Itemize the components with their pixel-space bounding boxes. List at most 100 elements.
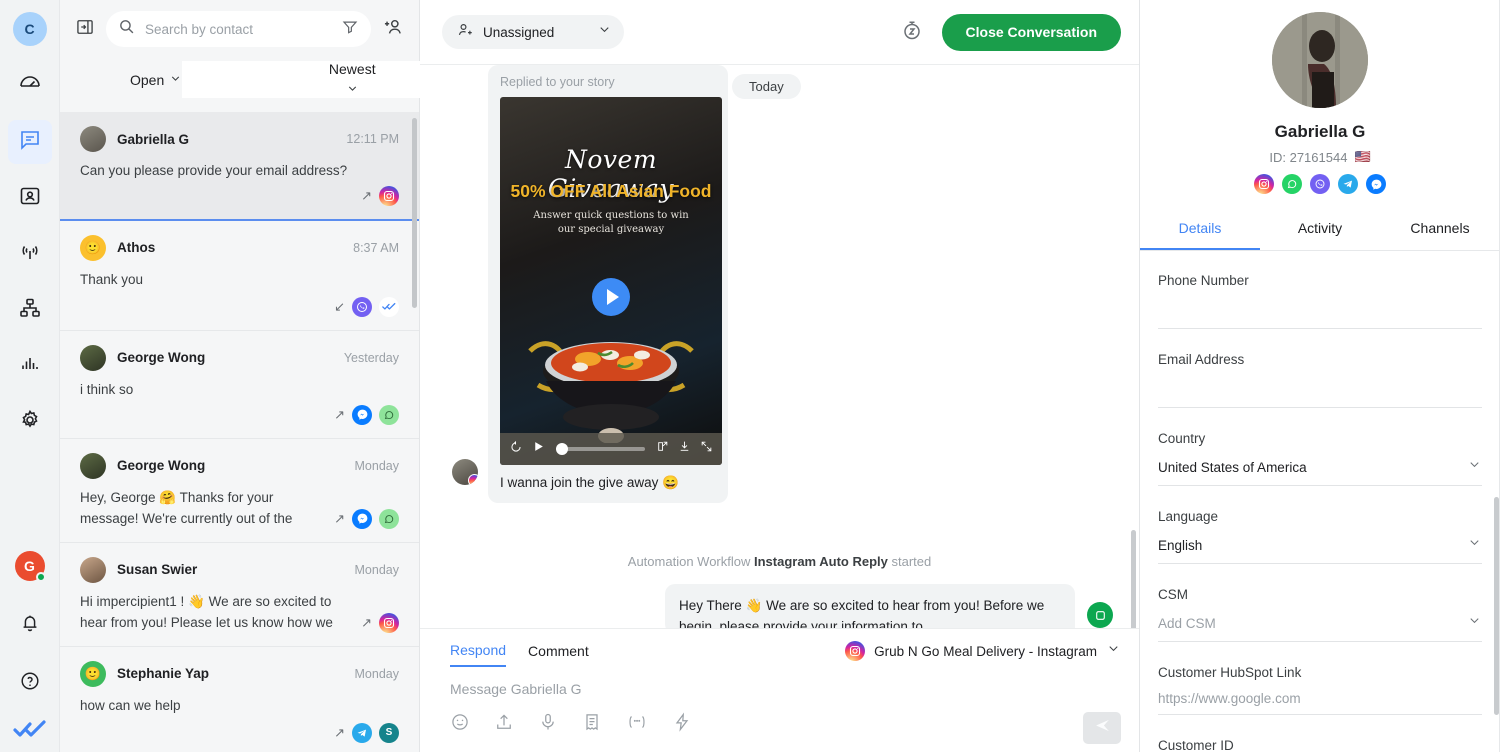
chevron-down-icon xyxy=(1467,457,1482,477)
conversation-item-athos[interactable]: 🙂 Athos 8:37 AM Thank you ↙ xyxy=(60,221,419,331)
microphone-icon[interactable] xyxy=(538,712,558,737)
conversation-preview: i think so xyxy=(80,381,134,397)
conversation-item-george-wong-1[interactable]: George Wong Yesterday i think so ↗ xyxy=(60,331,419,439)
field-label: Country xyxy=(1158,431,1206,446)
snippet-icon[interactable] xyxy=(582,712,602,737)
field-input[interactable] xyxy=(1158,378,1482,408)
chat-bubble-icon xyxy=(18,128,42,157)
chevron-down-icon xyxy=(169,72,182,88)
conversation-badges: ↗ xyxy=(80,404,399,426)
conversation-item-george-wong-2[interactable]: George Wong Monday Hey, George 🤗 Thanks … xyxy=(60,439,419,543)
chevron-down-icon xyxy=(597,22,612,42)
conversation-header: 🙂 Athos 8:37 AM xyxy=(80,234,399,261)
nav-broadcasts[interactable] xyxy=(8,232,52,276)
nav-settings[interactable] xyxy=(8,400,52,444)
telegram-icon[interactable] xyxy=(1338,174,1358,194)
message-text: I wanna join the give away 😄 xyxy=(500,475,679,490)
double-check-logo-icon xyxy=(12,720,47,743)
tab-activity[interactable]: Activity xyxy=(1260,210,1380,250)
telegram-icon xyxy=(352,722,372,743)
instagram-icon[interactable] xyxy=(1254,174,1274,194)
field-select[interactable]: Add CSM xyxy=(1158,613,1482,642)
emoji-icon[interactable] xyxy=(450,712,470,737)
avatar xyxy=(80,344,106,371)
viber-icon[interactable] xyxy=(1310,174,1330,194)
variable-icon[interactable] xyxy=(626,712,648,737)
messenger-icon[interactable] xyxy=(1366,174,1386,194)
assignee-dropdown[interactable]: Unassigned xyxy=(442,15,624,49)
nav-notifications[interactable] xyxy=(8,603,52,647)
tab-channels[interactable]: Channels xyxy=(1380,210,1500,250)
chevron-down-icon xyxy=(1467,535,1482,555)
send-paper-plane-icon xyxy=(1094,717,1111,739)
field-value: United States of America xyxy=(1158,459,1307,475)
video-progress-knob[interactable] xyxy=(556,443,568,455)
message-thread[interactable]: Today Replied to your story Novem Giveaw… xyxy=(420,65,1139,628)
message-input[interactable]: Message Gabriella G xyxy=(450,681,1121,697)
video-controls[interactable] xyxy=(500,433,722,465)
user-avatar[interactable]: G xyxy=(14,551,46,582)
field-select[interactable]: English xyxy=(1158,535,1482,564)
snooze-button[interactable] xyxy=(896,16,928,48)
play-icon[interactable] xyxy=(532,440,545,458)
whatsapp-icon[interactable] xyxy=(1282,174,1302,194)
video-progress-slider[interactable] xyxy=(556,443,645,455)
search-icon xyxy=(118,18,135,40)
tab-details[interactable]: Details xyxy=(1140,210,1260,250)
brand-logo[interactable] xyxy=(12,719,47,744)
outgoing-message-bubble: Hey There 👋 We are so excited to hear fr… xyxy=(665,584,1075,628)
add-contact-button[interactable] xyxy=(379,15,407,43)
conversation-scroll-area[interactable]: Gabriella G 12:11 PM Can you please prov… xyxy=(60,112,419,752)
filter-icon[interactable] xyxy=(341,18,359,41)
automation-prefix: Automation Workflow xyxy=(627,554,754,569)
conversation-badges: ↗ xyxy=(334,508,399,530)
contact-fields[interactable]: Phone Number Email Address Country Unite… xyxy=(1140,251,1500,752)
list-scrollbar[interactable] xyxy=(412,118,417,308)
nav-inbox[interactable] xyxy=(7,120,52,164)
conversation-item-gabriella-g[interactable]: Gabriella G 12:11 PM Can you please prov… xyxy=(60,112,419,221)
nav-reports[interactable] xyxy=(8,344,52,388)
search-input[interactable] xyxy=(145,21,331,37)
field-input[interactable]: https://www.google.com xyxy=(1158,691,1482,715)
attach-upload-icon[interactable] xyxy=(494,712,514,737)
download-icon[interactable] xyxy=(678,440,691,458)
add-person-icon xyxy=(382,16,404,43)
filter-status-dropdown[interactable]: Open xyxy=(82,61,182,98)
contact-tabs: Details Activity Channels xyxy=(1140,210,1500,251)
channel-selector[interactable]: Grub N Go Meal Delivery - Instagram xyxy=(845,641,1121,667)
video-attachment[interactable]: Novem Giveaway 50% OFF All Asian Food An… xyxy=(500,97,722,465)
message-bubble: Replied to your story Novem Giveaway 50%… xyxy=(488,65,728,503)
field-input[interactable] xyxy=(1158,299,1482,329)
search-box[interactable] xyxy=(106,11,371,47)
nav-workflows[interactable] xyxy=(8,288,52,332)
tab-comment[interactable]: Comment xyxy=(528,643,589,666)
collapse-panel-button[interactable] xyxy=(72,16,98,42)
video-play-overlay-button[interactable] xyxy=(592,278,630,316)
thread-scrollbar[interactable] xyxy=(1131,530,1136,628)
instagram-icon xyxy=(379,185,399,206)
account-avatar[interactable]: C xyxy=(12,12,47,46)
tab-respond[interactable]: Respond xyxy=(450,642,507,667)
field-select[interactable]: United States of America xyxy=(1158,457,1482,486)
conversation-item-stephanie-yap[interactable]: 🙂 Stephanie Yap Monday how can we help ↗… xyxy=(60,647,419,752)
lightning-icon[interactable] xyxy=(672,712,692,737)
replay-icon[interactable] xyxy=(509,440,523,459)
conversation-name: Athos xyxy=(117,240,156,256)
messenger-icon xyxy=(352,404,372,425)
conversation-preview-row: i think so xyxy=(80,380,399,401)
bar-chart-icon xyxy=(18,352,42,381)
contact-header: Gabriella G ID: 27161544 🇺🇸 xyxy=(1140,0,1500,194)
close-conversation-button[interactable]: Close Conversation xyxy=(941,13,1121,51)
nav-dashboard[interactable] xyxy=(8,64,52,108)
open-external-icon[interactable] xyxy=(656,440,669,458)
field-label: CSM xyxy=(1158,587,1188,602)
date-divider: Today xyxy=(732,74,801,99)
automation-suffix: started xyxy=(887,554,932,569)
fullscreen-icon[interactable] xyxy=(700,440,713,458)
outgoing-arrow-icon: ↗ xyxy=(334,510,345,526)
nav-contacts[interactable] xyxy=(8,176,52,220)
nav-help[interactable] xyxy=(8,661,52,705)
send-button[interactable] xyxy=(1083,712,1121,744)
snooze-timer-icon xyxy=(900,18,924,47)
conversation-item-susan-swier[interactable]: Susan Swier Monday Hi impercipient1 ! 👋 … xyxy=(60,543,419,647)
